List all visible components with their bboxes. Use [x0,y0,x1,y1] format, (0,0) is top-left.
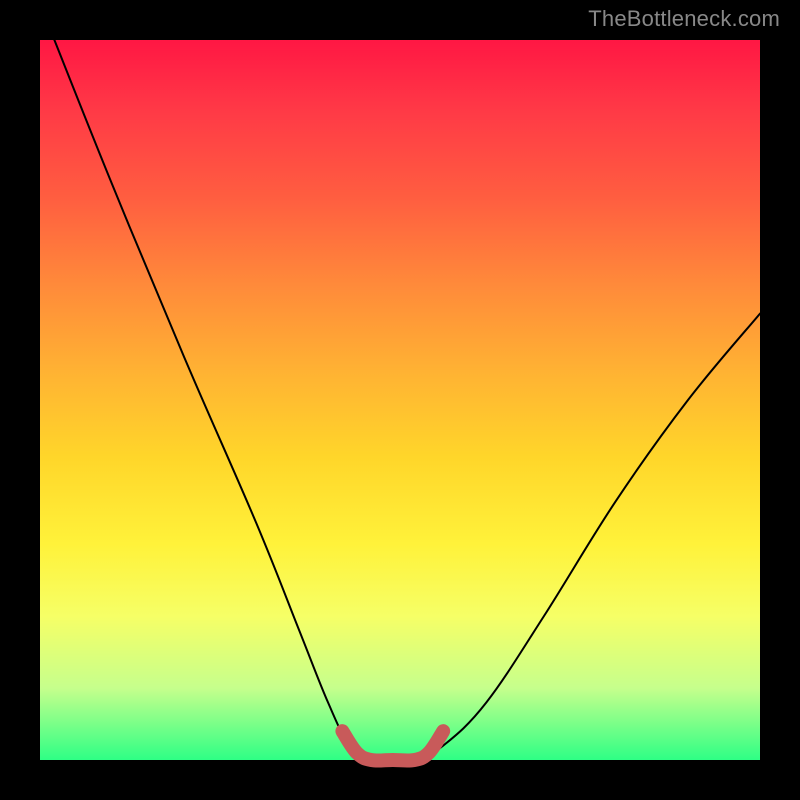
main-curve [54,40,760,761]
curve-svg [40,40,760,760]
bottleneck-curve-path [54,40,760,761]
watermark-text: TheBottleneck.com [588,6,780,32]
bottom-highlight [342,731,443,760]
plot-area [40,40,760,760]
bottom-highlight-path [342,731,443,760]
chart-frame: TheBottleneck.com [0,0,800,800]
